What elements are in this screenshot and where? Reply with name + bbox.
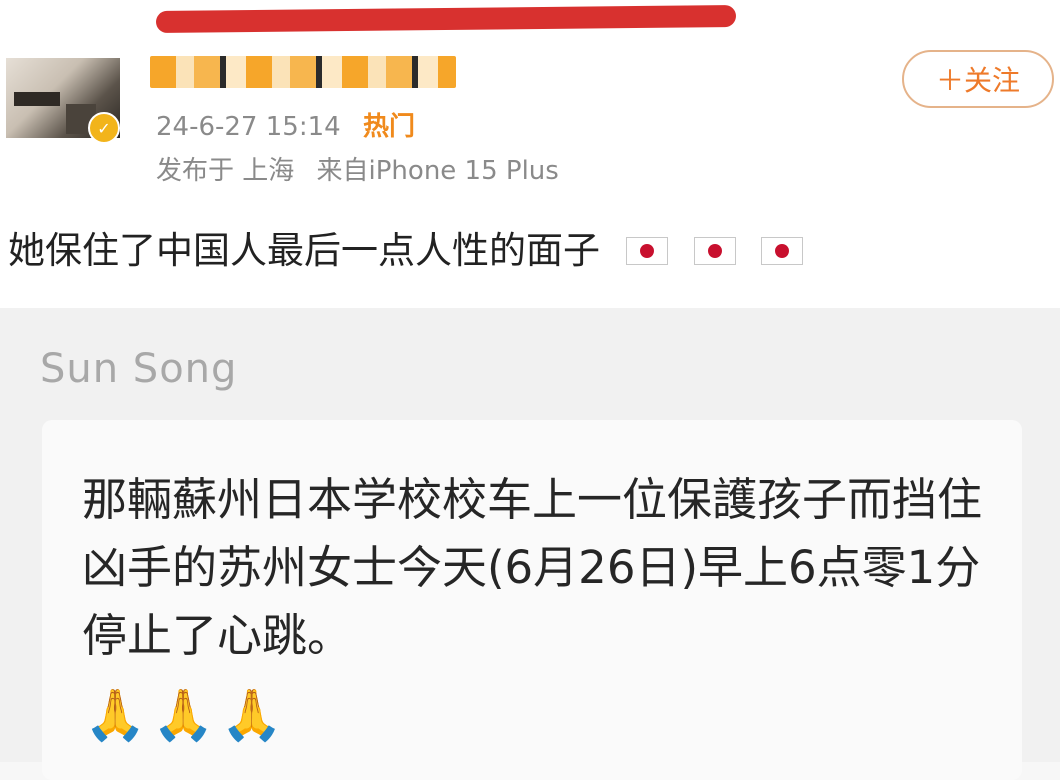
japan-flag-icon (761, 237, 804, 265)
post-source: 发布于 上海 来自iPhone 15 Plus (156, 150, 559, 187)
post-meta: 24-6-27 15:14 热门 (156, 106, 415, 143)
verified-badge-icon: ✓ (88, 112, 120, 144)
quote-author: Sun Song (40, 346, 238, 392)
username-blurred[interactable] (150, 56, 456, 88)
follow-button[interactable]: ＋关注 (902, 50, 1054, 108)
hot-badge: 热门 (362, 112, 415, 142)
quote-text: 那輛蘇州日本学校校车上一位保護孩子而挡住凶手的苏州女士今天(6月26日)早上6点… (82, 473, 983, 662)
device-text: 来自iPhone 15 Plus (316, 156, 559, 186)
post-text: 她保住了中国人最后一点人性的面子 (8, 229, 600, 272)
japan-flag-icon (625, 237, 668, 265)
pray-icon: 🙏 (152, 686, 221, 744)
timestamp: 24-6-27 15:14 (156, 112, 341, 142)
location-text: 发布于 上海 (156, 156, 295, 186)
post-body: 她保住了中国人最后一点人性的面子 (8, 220, 804, 274)
pray-icon: 🙏 (84, 686, 153, 744)
pray-emoji-row: 🙏🙏🙏 (84, 686, 289, 745)
avatar-pixel (14, 92, 60, 106)
japan-flag-icon (693, 237, 736, 265)
pray-icon: 🙏 (220, 686, 289, 744)
